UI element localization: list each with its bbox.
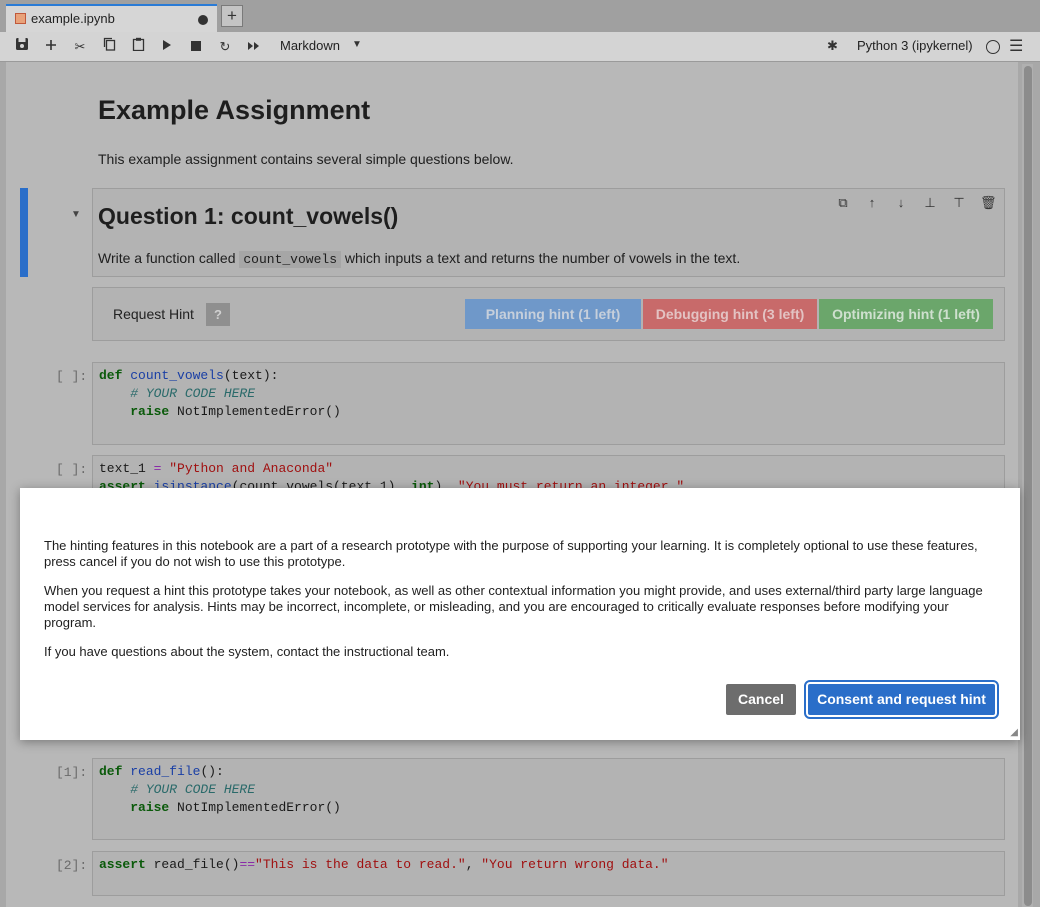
consent-paragraph-1: The hinting features in this notebook ar… [44,538,978,569]
consent-button[interactable]: Consent and request hint [804,680,999,719]
save-icon[interactable] [12,37,32,57]
run-all-icon[interactable] [244,37,264,57]
menu-icon[interactable]: ☰ [1009,36,1023,56]
function-name-code: count_vowels [239,251,341,268]
delete-cell-icon[interactable]: 🗑 [980,195,997,211]
assignment-title: Example Assignment [98,95,371,125]
stop-icon[interactable] [186,37,206,57]
duplicate-cell-icon[interactable]: ⧉ [835,195,851,211]
cancel-button[interactable]: Cancel [726,684,796,715]
notebook-toolbar: ✂ ↻ Markdown ▼ ✱ Python 3 (ipykernel) ☰ [0,32,1040,62]
planning-hint-button[interactable]: Planning hint (1 left) [465,299,641,329]
code-count-vowels[interactable]: def count_vowels(text): # YOUR CODE HERE… [99,367,341,421]
cut-icon[interactable]: ✂ [70,37,90,57]
notebook-file-icon [15,13,26,24]
code-read-file[interactable]: def read_file(): # YOUR CODE HERE raise … [99,763,341,817]
assignment-intro: This example assignment contains several… [98,151,514,167]
code-test-read-file[interactable]: assert read_file()=="This is the data to… [99,856,669,874]
collapse-caret-icon[interactable]: ▼ [71,209,81,220]
restart-icon[interactable]: ↻ [215,37,235,57]
tab-title: example.ipynb [31,11,115,26]
resize-handle-icon[interactable]: ◢ [1010,727,1018,738]
paste-icon[interactable] [128,37,148,57]
kernel-name[interactable]: Python 3 (ipykernel) [857,38,973,53]
notebook-tab[interactable]: example.ipynb [6,4,217,32]
hint-help-button[interactable]: ? [206,303,230,326]
cell-prompt: [2]: [56,858,88,873]
move-down-icon[interactable]: ↓ [893,195,909,210]
cell-type-select[interactable]: Markdown [280,38,340,53]
request-hint-label: Request Hint [113,306,194,322]
cell-prompt: [ ]: [56,462,88,477]
insert-above-icon[interactable]: ⊥ [922,195,938,211]
question-text: Write a function called count_vowels whi… [98,250,741,268]
cell-prompt: [ ]: [56,369,88,384]
tab-bar: example.ipynb + [0,0,1040,32]
chevron-down-icon[interactable]: ▼ [352,39,362,50]
run-icon[interactable] [157,37,177,57]
new-tab-button[interactable]: + [221,5,243,27]
active-cell-indicator[interactable] [20,188,28,277]
consent-dialog: The hinting features in this notebook ar… [20,488,1020,740]
kernel-status-icon [986,40,1000,54]
cell-prompt: [1]: [56,765,88,780]
optimizing-hint-button[interactable]: Optimizing hint (1 left) [819,299,993,329]
insert-below-icon[interactable]: ⊤ [951,195,967,211]
question-text-after: which inputs a text and returns the numb… [344,250,741,266]
move-up-icon[interactable]: ↑ [864,195,880,210]
copy-icon[interactable] [99,37,119,57]
debugger-icon[interactable]: ✱ [827,38,838,54]
scrollbar-thumb[interactable] [1024,66,1032,906]
debugging-hint-button[interactable]: Debugging hint (3 left) [643,299,817,329]
consent-paragraph-3: If you have questions about the system, … [44,644,450,659]
consent-paragraph-2: When you request a hint this prototype t… [44,583,983,630]
add-cell-icon[interactable] [41,37,61,57]
unsaved-indicator-icon[interactable] [198,15,208,25]
question-text-before: Write a function called [98,250,236,266]
question-heading: Question 1: count_vowels() [98,203,399,229]
